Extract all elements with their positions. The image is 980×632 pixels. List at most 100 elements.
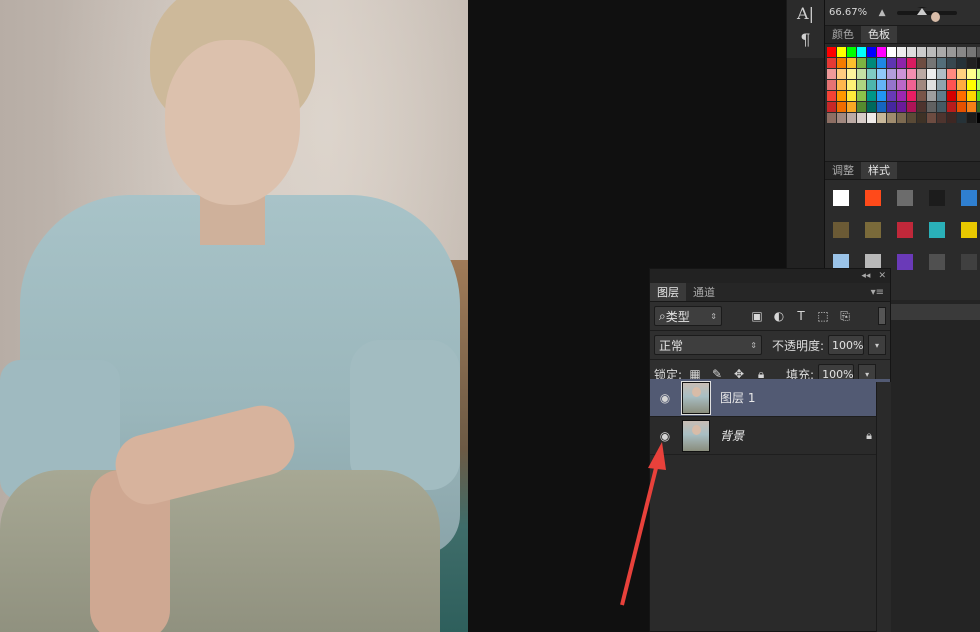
color-swatch[interactable] xyxy=(847,69,856,79)
layer-thumbnail[interactable] xyxy=(682,419,710,452)
color-swatch[interactable] xyxy=(917,58,926,68)
color-swatch[interactable] xyxy=(947,113,956,123)
tab-swatches[interactable]: 色板 xyxy=(861,26,897,43)
color-swatch[interactable] xyxy=(927,91,936,101)
color-swatch[interactable] xyxy=(887,80,896,90)
style-preset[interactable] xyxy=(923,248,951,276)
color-swatch[interactable] xyxy=(967,69,976,79)
color-swatch[interactable] xyxy=(927,69,936,79)
color-swatch[interactable] xyxy=(897,58,906,68)
layer-filter-select[interactable]: ⌕ 类型 ⇕ xyxy=(654,306,722,326)
color-swatch[interactable] xyxy=(937,91,946,101)
color-swatch[interactable] xyxy=(917,69,926,79)
style-preset[interactable] xyxy=(955,248,980,276)
color-swatch[interactable] xyxy=(827,58,836,68)
color-swatch[interactable] xyxy=(897,80,906,90)
style-preset[interactable] xyxy=(827,184,855,212)
color-swatch[interactable] xyxy=(917,91,926,101)
color-swatch[interactable] xyxy=(937,47,946,57)
color-swatch[interactable] xyxy=(827,69,836,79)
color-swatch[interactable] xyxy=(867,91,876,101)
filter-smart-object-icon[interactable]: ⎘ xyxy=(836,307,854,325)
color-swatch[interactable] xyxy=(917,102,926,112)
color-swatch[interactable] xyxy=(857,69,866,79)
color-swatch[interactable] xyxy=(947,69,956,79)
color-swatch[interactable] xyxy=(847,47,856,57)
style-preset[interactable] xyxy=(923,184,951,212)
zoom-value[interactable]: 66.67% xyxy=(829,7,867,18)
color-swatch[interactable] xyxy=(957,80,966,90)
color-swatch[interactable] xyxy=(877,91,886,101)
color-swatch[interactable] xyxy=(857,47,866,57)
color-swatch[interactable] xyxy=(927,102,936,112)
style-preset[interactable] xyxy=(955,184,980,212)
filter-type-icon[interactable]: T xyxy=(792,307,810,325)
color-swatch[interactable] xyxy=(837,58,846,68)
opacity-dropdown-button[interactable]: ▾ xyxy=(868,335,886,355)
color-swatch[interactable] xyxy=(947,47,956,57)
layer-name[interactable]: 背景 xyxy=(720,427,744,444)
layers-panel-titlebar[interactable]: ◂◂ ✕ xyxy=(650,269,890,283)
opacity-input[interactable]: 100% xyxy=(828,335,864,355)
color-swatch[interactable] xyxy=(957,113,966,123)
color-swatch[interactable] xyxy=(827,113,836,123)
tab-adjustments[interactable]: 调整 xyxy=(825,162,861,179)
color-swatch[interactable] xyxy=(927,80,936,90)
zoom-slider[interactable] xyxy=(897,6,958,22)
tab-styles[interactable]: 样式 xyxy=(861,162,897,179)
tab-channels[interactable]: 通道 xyxy=(686,283,722,301)
paragraph-tool-icon[interactable]: ¶ xyxy=(787,26,824,52)
color-swatch[interactable] xyxy=(837,102,846,112)
color-swatch[interactable] xyxy=(837,69,846,79)
tab-color[interactable]: 颜色 xyxy=(825,26,861,43)
canvas-photo[interactable] xyxy=(0,0,468,632)
style-preset[interactable] xyxy=(891,184,919,212)
style-preset[interactable] xyxy=(923,216,951,244)
layer-name[interactable]: 图层 1 xyxy=(720,389,755,406)
color-swatch[interactable] xyxy=(897,91,906,101)
color-swatch[interactable] xyxy=(957,69,966,79)
color-swatch[interactable] xyxy=(837,113,846,123)
color-swatch[interactable] xyxy=(897,102,906,112)
color-swatch[interactable] xyxy=(947,91,956,101)
color-swatch[interactable] xyxy=(837,47,846,57)
color-swatch[interactable] xyxy=(907,47,916,57)
color-swatch[interactable] xyxy=(827,91,836,101)
color-swatch[interactable] xyxy=(947,80,956,90)
color-swatch[interactable] xyxy=(847,102,856,112)
zoom-slider-thumb[interactable] xyxy=(917,6,941,22)
color-swatch[interactable] xyxy=(957,91,966,101)
color-swatch[interactable] xyxy=(857,58,866,68)
color-swatch[interactable] xyxy=(967,58,976,68)
style-preset[interactable] xyxy=(827,216,855,244)
color-swatch[interactable] xyxy=(917,80,926,90)
layer-thumbnail[interactable] xyxy=(681,380,711,415)
close-icon[interactable]: ✕ xyxy=(878,271,886,281)
color-swatch[interactable] xyxy=(907,69,916,79)
color-swatch[interactable] xyxy=(877,47,886,57)
color-swatch[interactable] xyxy=(847,80,856,90)
color-swatch[interactable] xyxy=(857,113,866,123)
color-swatch[interactable] xyxy=(867,58,876,68)
eye-icon[interactable]: ◉ xyxy=(650,391,680,405)
color-swatch[interactable] xyxy=(847,113,856,123)
color-swatch[interactable] xyxy=(937,80,946,90)
color-swatch[interactable] xyxy=(837,80,846,90)
panel-menu-icon[interactable]: ▾≡ xyxy=(865,283,890,301)
filter-adjustment-icon[interactable]: ◐ xyxy=(770,307,788,325)
color-swatch[interactable] xyxy=(867,69,876,79)
color-swatch[interactable] xyxy=(907,113,916,123)
color-swatch[interactable] xyxy=(937,113,946,123)
color-swatch[interactable] xyxy=(857,102,866,112)
color-swatch[interactable] xyxy=(967,47,976,57)
filter-pixel-icon[interactable]: ▣ xyxy=(748,307,766,325)
color-swatch[interactable] xyxy=(877,80,886,90)
color-swatch[interactable] xyxy=(877,69,886,79)
color-swatch[interactable] xyxy=(927,47,936,57)
color-swatch[interactable] xyxy=(927,113,936,123)
color-swatch[interactable] xyxy=(937,102,946,112)
color-swatch[interactable] xyxy=(927,58,936,68)
color-swatch[interactable] xyxy=(827,47,836,57)
tab-layers[interactable]: 图层 xyxy=(650,283,686,301)
color-swatch[interactable] xyxy=(897,47,906,57)
